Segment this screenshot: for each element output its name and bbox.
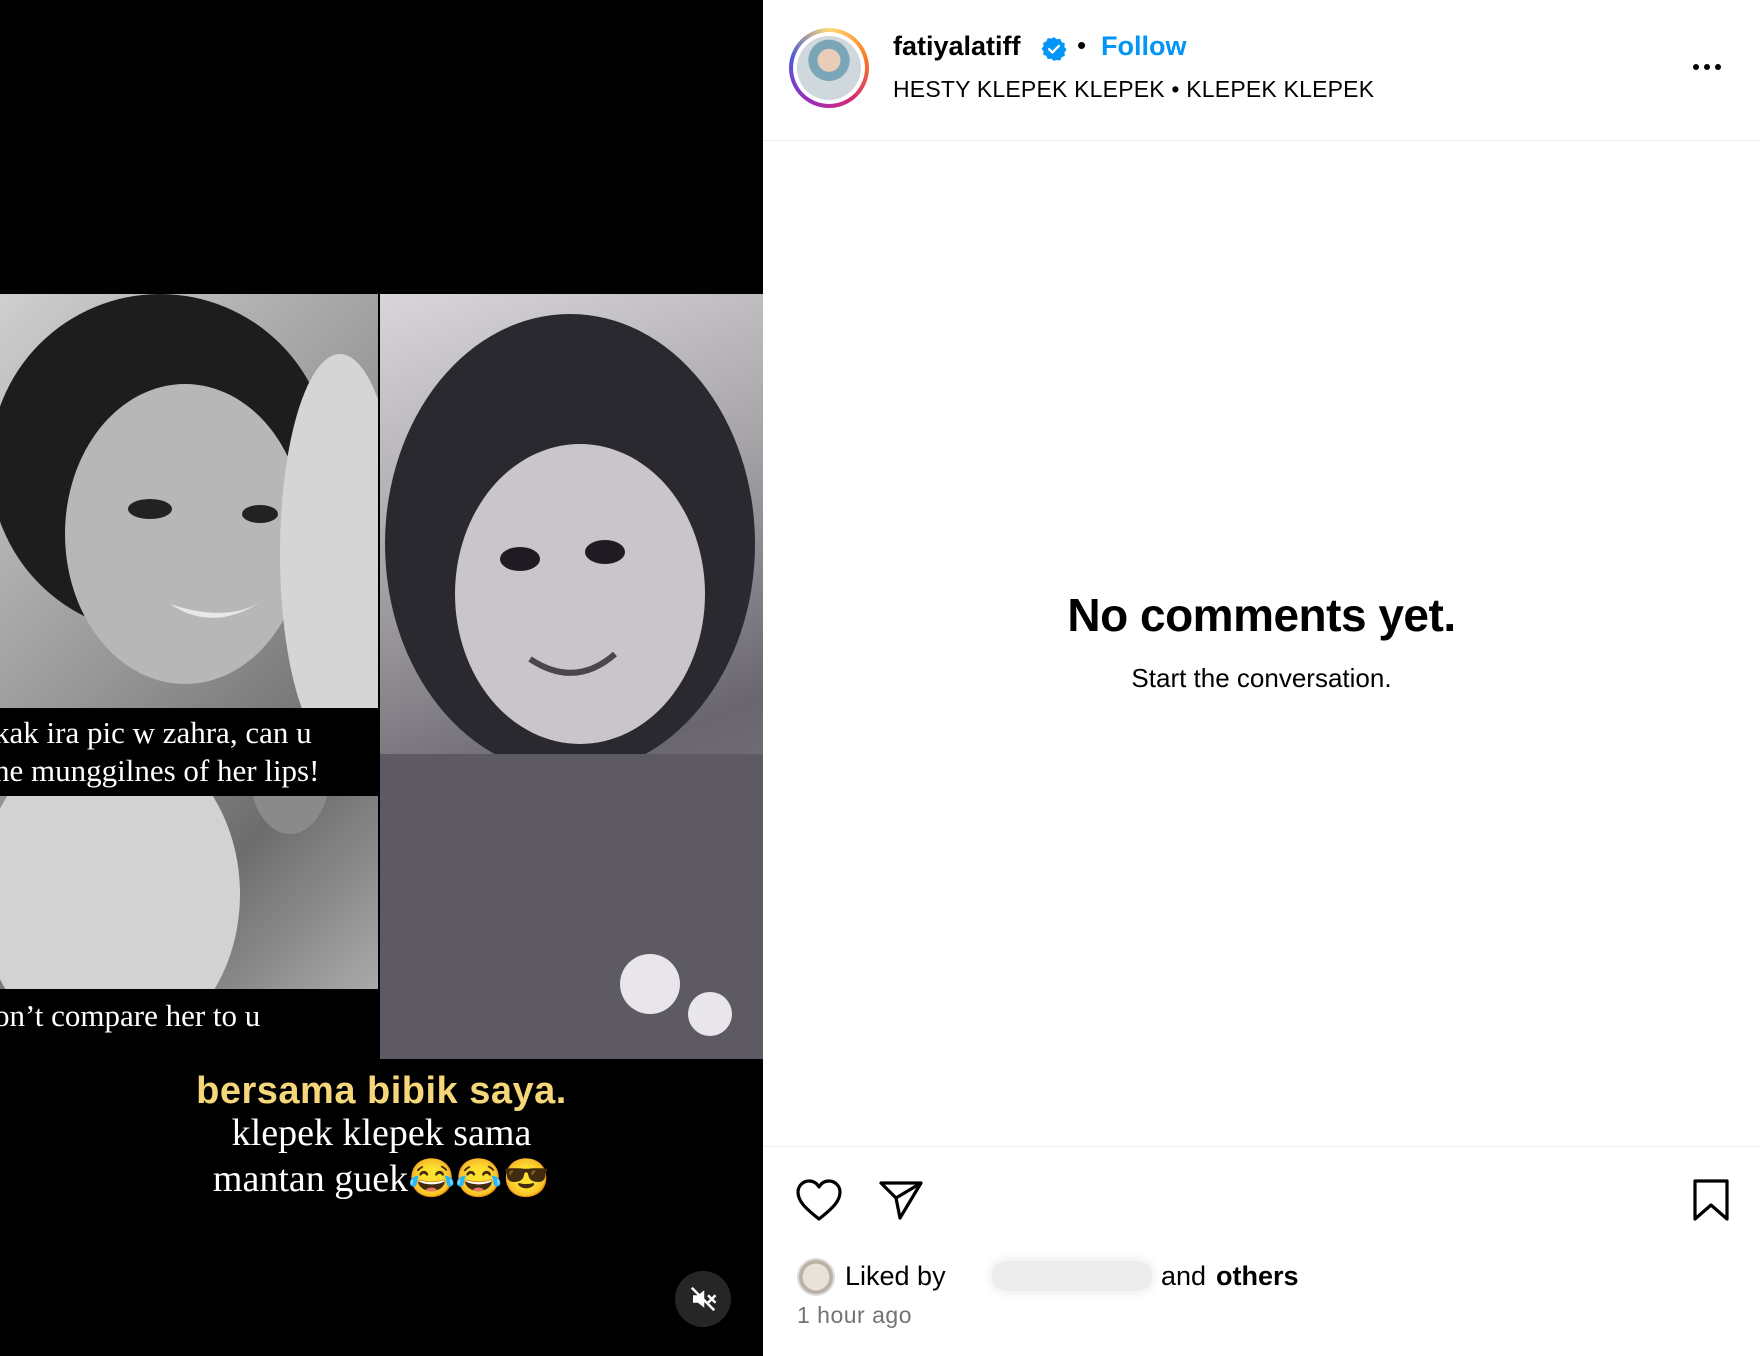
audio-track-link[interactable]: HESTY KLEPEK KLEPEK • KLEPEK KLEPEK: [893, 76, 1374, 103]
share-icon[interactable]: [878, 1178, 924, 1222]
profile-avatar[interactable]: [789, 28, 869, 108]
no-comments-title: No comments yet.: [1067, 589, 1456, 641]
reel-media[interactable]: kak ira pic w zahra, can u he munggilnes…: [0, 0, 763, 1356]
post-header: fatiyalatiff • Follow HESTY KLEPEK KLEPE…: [763, 0, 1760, 141]
liker-name-redacted: [992, 1261, 1152, 1291]
header-separator: •: [1077, 30, 1087, 60]
speaker-muted-icon: [690, 1286, 717, 1312]
heart-icon[interactable]: [795, 1178, 843, 1222]
sticker-text-white: klepek klepek sama mantan guek😂😂😎: [0, 1110, 763, 1202]
liked-others-link[interactable]: others: [1216, 1261, 1299, 1292]
photo-caption-line3: on’t compare her to u: [0, 998, 261, 1033]
follow-button[interactable]: Follow: [1101, 31, 1186, 62]
footer-divider: [763, 1146, 1760, 1147]
sticker-white-line1: klepek klepek sama: [231, 1112, 532, 1154]
more-dot: [1693, 64, 1699, 70]
post-timestamp[interactable]: 1 hour ago: [797, 1302, 912, 1329]
sticker-white-line2: mantan guek😂😂😎: [212, 1158, 551, 1200]
more-dot: [1704, 64, 1710, 70]
liked-and-label: and: [1161, 1261, 1207, 1291]
photo-caption-line1: kak ira pic w zahra, can u: [0, 715, 312, 750]
sticker-text-yellow: bersama bibik saya.: [196, 1070, 567, 1112]
avatar-image: [797, 36, 861, 100]
avatar-inner: [793, 32, 865, 104]
photo-left-illustration: [0, 294, 378, 1054]
liked-by-label: Liked by: [845, 1261, 946, 1291]
username-link[interactable]: fatiyalatiff: [893, 31, 1021, 62]
photo-left: [0, 294, 378, 1059]
photo-right-illustration: [380, 314, 763, 1059]
photo-caption-line2: he munggilnes of her lips!: [0, 753, 320, 788]
verified-badge-icon: [1041, 37, 1067, 61]
bookmark-icon[interactable]: [1691, 1178, 1731, 1222]
instagram-post-view: kak ira pic w zahra, can u he munggilnes…: [0, 0, 1760, 1356]
post-side-panel: fatiyalatiff • Follow HESTY KLEPEK KLEPE…: [763, 0, 1760, 1356]
more-options-icon[interactable]: [1683, 52, 1731, 82]
photo-caption-top: kak ira pic w zahra, can u he munggilnes…: [0, 708, 378, 796]
photo-caption-bottom: on’t compare her to u: [0, 989, 378, 1059]
photo-right: [380, 294, 763, 1059]
photo-collage: kak ira pic w zahra, can u he munggilnes…: [0, 294, 763, 1059]
mute-toggle-button[interactable]: [675, 1271, 731, 1327]
liker-avatar[interactable]: [797, 1258, 835, 1296]
more-dot: [1715, 64, 1721, 70]
no-comments-subtitle: Start the conversation.: [1131, 663, 1392, 693]
